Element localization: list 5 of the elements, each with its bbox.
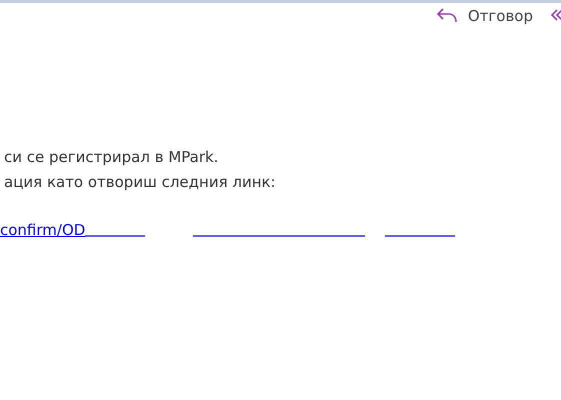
reply-icon xyxy=(436,7,458,25)
message-text: ация като отвориш следния линк: xyxy=(4,172,277,193)
confirm-link[interactable]: confirm/OD xyxy=(0,221,86,239)
reply-button[interactable]: Отговор xyxy=(432,7,537,25)
message-text: си се регистрирал в MPark. xyxy=(4,147,220,168)
